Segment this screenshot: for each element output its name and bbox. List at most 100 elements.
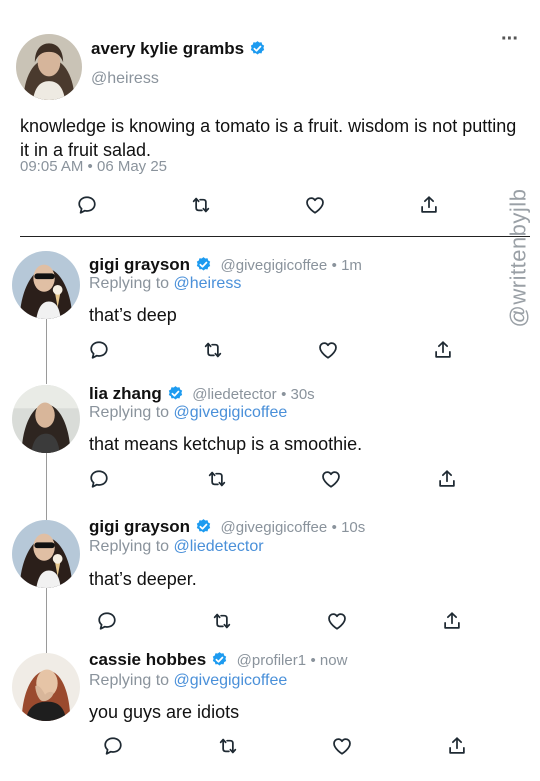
reply-icon [88,468,110,490]
like-button[interactable] [331,735,353,757]
share-icon [441,610,463,632]
reply-button[interactable] [102,735,124,757]
heart-icon [320,468,342,490]
share-icon [446,735,468,757]
retweet-button[interactable] [206,468,228,490]
avatar-image [12,385,80,453]
post-date: 06 May 25 [96,158,168,175]
like-button[interactable] [304,194,326,216]
reply-header: gigi grayson @givegigicoffee • 1m [89,255,362,275]
heart-icon [304,194,326,216]
share-icon [418,194,440,216]
verified-badge-icon [249,40,266,57]
watermark: @writtenbyjlb [505,188,531,328]
reply-icon [102,735,124,757]
post-time: 09:05 AM [20,158,84,175]
replying-to: Replying to @givegigicoffee [89,404,288,421]
retweet-icon [211,610,233,632]
reply-button[interactable] [96,610,118,632]
thread-line [46,453,47,520]
verified-badge-icon [195,518,212,535]
retweet-icon [217,735,239,757]
reply-dot: • [310,652,320,669]
replying-to-link[interactable]: @liedetector [174,538,264,555]
reply-author-name[interactable]: lia zhang [89,384,162,403]
share-icon [432,339,454,361]
share-button[interactable] [432,339,454,361]
thread-line [46,319,47,384]
verified-badge-icon [167,385,184,402]
replying-to: Replying to @heiress [89,275,242,292]
avatar-image [12,251,80,319]
post-timestamp: 09:05 AM • 06 May 25 [20,158,168,175]
reply-header: gigi grayson @givegigicoffee • 10s [89,517,365,537]
reply-header: cassie hobbes @profiler1 • now [89,650,347,670]
reply-dot: • [281,386,291,403]
reply-handle[interactable]: @givegigicoffee [221,519,328,536]
reply-avatar[interactable] [12,653,80,721]
share-button[interactable] [418,194,440,216]
reply-avatar[interactable] [12,385,80,453]
author-header: avery kylie grambs [91,39,266,59]
author-name[interactable]: avery kylie grambs [91,39,244,58]
share-button[interactable] [441,610,463,632]
verified-badge-icon [211,651,228,668]
reply-button[interactable] [88,339,110,361]
reply-icon [96,610,118,632]
share-icon [436,468,458,490]
post-text: knowledge is knowing a tomato is a fruit… [20,116,517,160]
reply-text: that’s deep [89,305,177,325]
thread-line [46,588,47,653]
reply-author-name[interactable]: gigi grayson [89,255,190,274]
retweet-icon [190,194,212,216]
reply-icon [88,339,110,361]
reply-author-name[interactable]: cassie hobbes [89,650,206,669]
heart-icon [317,339,339,361]
replying-to-link[interactable]: @heiress [174,275,242,292]
reply-avatar[interactable] [12,520,80,588]
retweet-button[interactable] [202,339,224,361]
verified-badge-icon [195,256,212,273]
reply-time: now [319,652,348,669]
more-options-button[interactable]: ··· [501,28,519,51]
reply-button[interactable] [76,194,98,216]
author-handle[interactable]: @heiress [91,70,159,88]
share-button[interactable] [436,468,458,490]
reply-icon [76,194,98,216]
replying-to-link[interactable]: @givegigicoffee [174,672,288,689]
reply-dot: • [331,257,342,274]
retweet-button[interactable] [211,610,233,632]
reply-text: that’s deeper. [89,569,197,589]
retweet-button[interactable] [190,194,212,216]
reply-dot: • [331,519,342,536]
retweet-button[interactable] [217,735,239,757]
replying-to: Replying to @givegigicoffee [89,672,288,689]
heart-icon [326,610,348,632]
reply-time: 10s [341,519,366,536]
reply-handle[interactable]: @liedetector [192,386,276,403]
reply-avatar[interactable] [12,251,80,319]
like-button[interactable] [317,339,339,361]
avatar-image [12,653,80,721]
reply-button[interactable] [88,468,110,490]
divider [20,236,530,237]
retweet-icon [206,468,228,490]
reply-text: you guys are idiots [89,702,240,722]
replying-to-link[interactable]: @givegigicoffee [174,404,288,421]
like-button[interactable] [326,610,348,632]
heart-icon [331,735,353,757]
reply-handle[interactable]: @givegigicoffee [221,257,328,274]
reply-handle[interactable]: @profiler1 [237,652,306,669]
author-avatar[interactable] [16,34,82,100]
reply-text: that means ketchup is a smoothie. [89,434,363,454]
replying-to: Replying to @liedetector [89,538,264,555]
reply-header: lia zhang @liedetector • 30s [89,384,315,404]
retweet-icon [202,339,224,361]
share-button[interactable] [446,735,468,757]
like-button[interactable] [320,468,342,490]
reply-author-name[interactable]: gigi grayson [89,517,190,536]
reply-time: 1m [341,257,362,274]
avatar-image [16,34,82,100]
avatar-image [12,520,80,588]
reply-time: 30s [290,386,315,403]
